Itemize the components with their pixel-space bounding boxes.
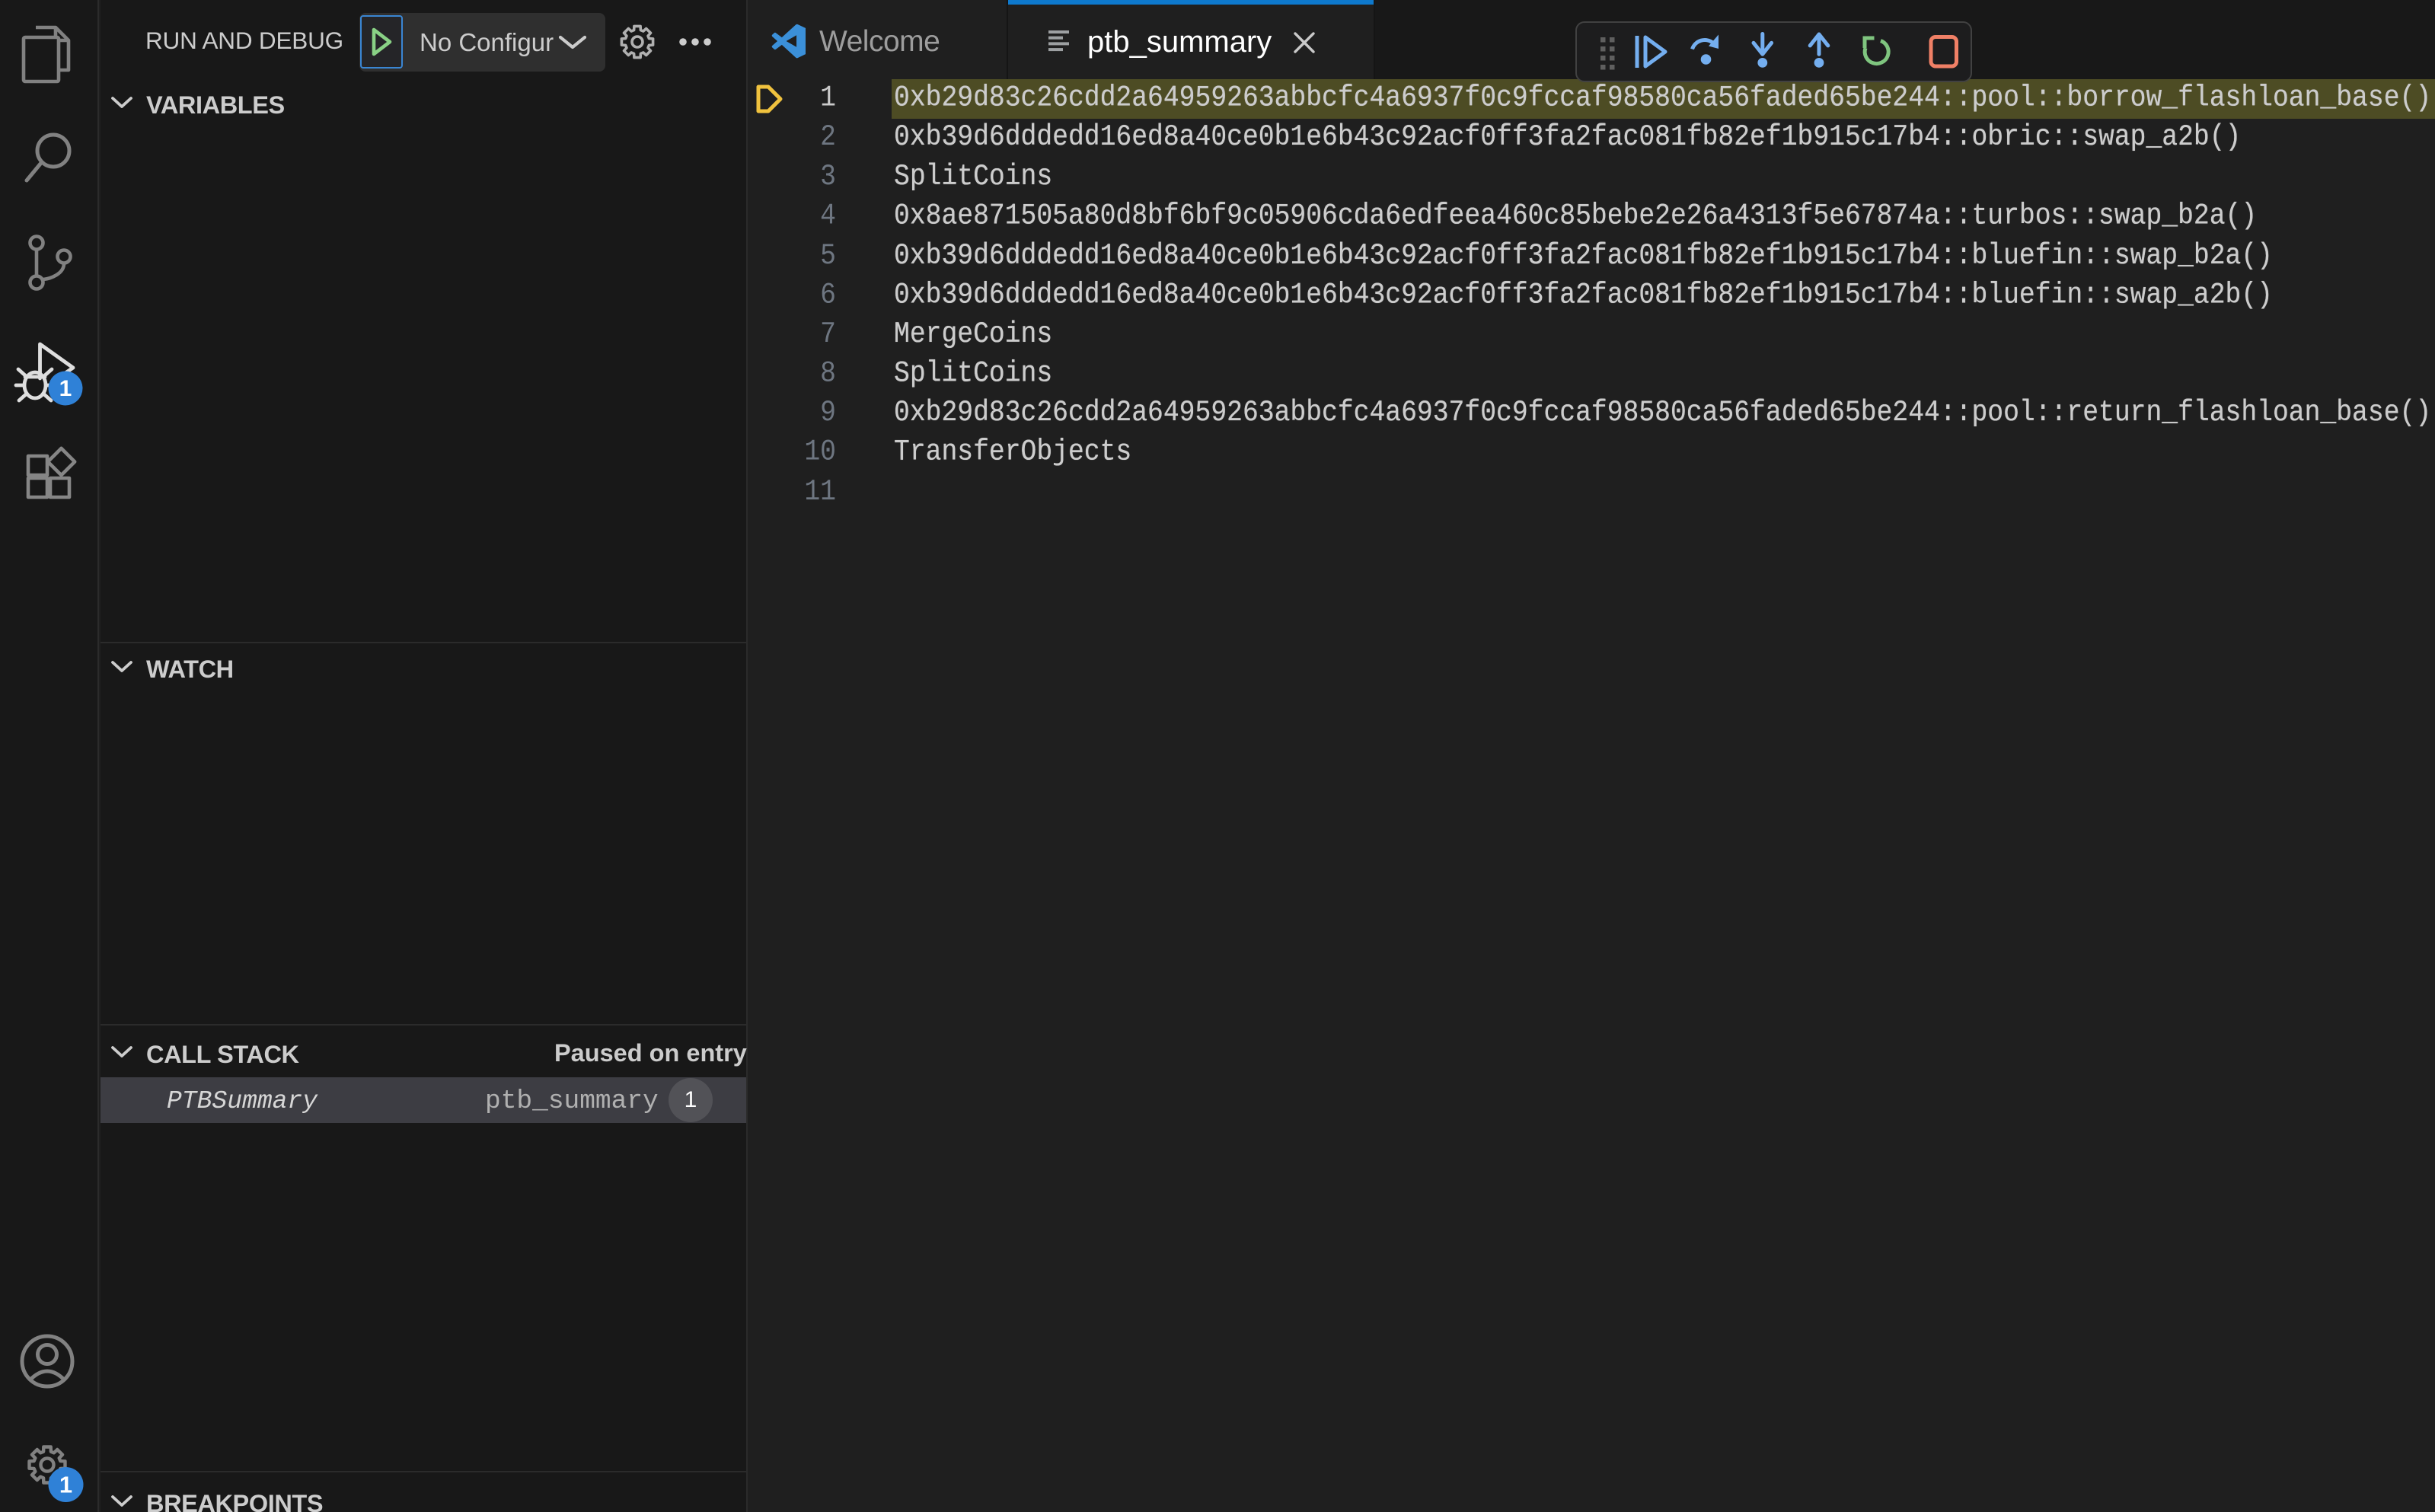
svg-text:1: 1 bbox=[59, 376, 72, 401]
svg-text:1: 1 bbox=[59, 1472, 72, 1498]
